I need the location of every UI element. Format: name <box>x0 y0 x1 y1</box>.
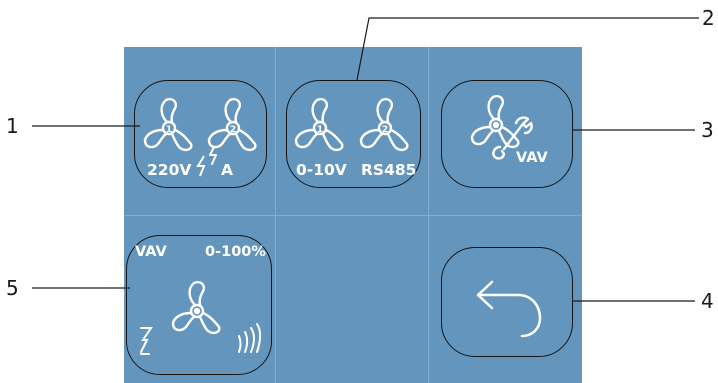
lightning-icon <box>196 155 206 177</box>
callout-label-2: 2 <box>702 6 715 30</box>
callout-leaders <box>32 17 699 302</box>
diagram-stage: 1 2 220V A 1 2 0-10V RS485 VAV VAV 0-100… <box>0 0 718 383</box>
callout-line-2 <box>356 17 699 81</box>
callout-label-5: 5 <box>6 276 19 300</box>
callout-label-1: 1 <box>6 114 19 138</box>
callout-label-4: 4 <box>701 289 714 313</box>
callout-label-3: 3 <box>701 118 714 142</box>
